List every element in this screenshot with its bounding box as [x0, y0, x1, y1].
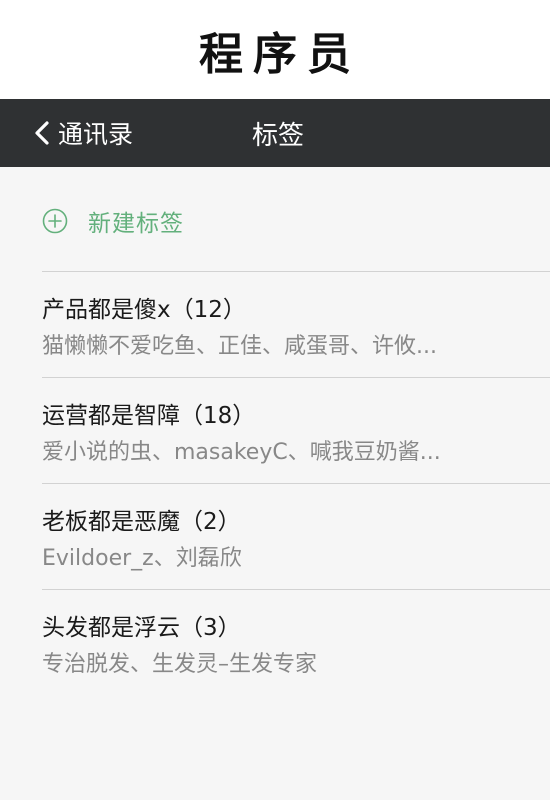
new-tag-button[interactable]: 新建标签: [42, 203, 184, 239]
tag-item[interactable]: 头发都是浮云（3） 专治脱发、生发灵–生发专家: [42, 589, 550, 695]
tag-members: Evildoer_z、刘磊欣: [42, 546, 242, 571]
tag-title: 运营都是智障（18）: [42, 403, 256, 429]
page: 程序员 通讯录 标签 新建标签 产品都是傻x（12） 猫懒懒不爱吃鱼、正佳、咸蛋…: [0, 0, 550, 800]
caption-banner: 程序员: [0, 0, 550, 99]
tag-item[interactable]: 运营都是智障（18） 爱小说的虫、masakeyC、喊我豆奶酱...: [42, 377, 550, 483]
tag-title: 头发都是浮云（3）: [42, 615, 241, 641]
tag-list-screen: 新建标签 产品都是傻x（12） 猫懒懒不爱吃鱼、正佳、咸蛋哥、许攸... 运营都…: [0, 167, 550, 800]
tag-list: 产品都是傻x（12） 猫懒懒不爱吃鱼、正佳、咸蛋哥、许攸... 运营都是智障（1…: [42, 271, 550, 695]
tag-item[interactable]: 老板都是恶魔（2） Evildoer_z、刘磊欣: [42, 483, 550, 589]
nav-title: 标签: [251, 120, 304, 151]
navigation-bar: 通讯录 标签: [0, 99, 550, 167]
plus-circle-icon: [42, 208, 68, 234]
tag-members: 专治脱发、生发灵–生发专家: [42, 652, 318, 677]
tag-item[interactable]: 产品都是傻x（12） 猫懒懒不爱吃鱼、正佳、咸蛋哥、许攸...: [42, 271, 550, 377]
tag-title: 产品都是傻x（12）: [42, 297, 246, 323]
caption-title: 程序员: [199, 28, 361, 80]
tag-title: 老板都是恶魔（2）: [42, 509, 241, 535]
tag-members: 猫懒懒不爱吃鱼、正佳、咸蛋哥、许攸...: [42, 334, 437, 359]
new-tag-label: 新建标签: [88, 211, 184, 237]
tag-members: 爱小说的虫、masakeyC、喊我豆奶酱...: [42, 440, 441, 465]
